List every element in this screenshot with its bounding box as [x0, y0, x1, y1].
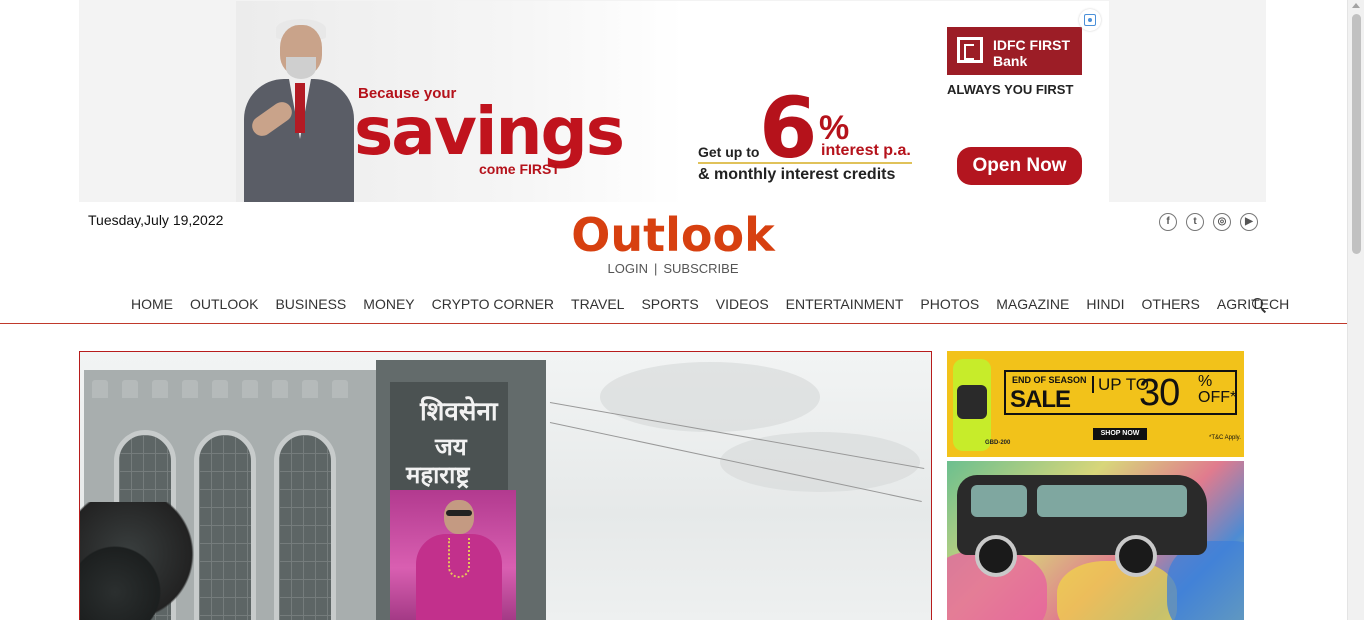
nav-item-crypto-corner[interactable]: CRYPTO CORNER	[432, 296, 554, 312]
terms-note: *T&C Apply.	[1209, 435, 1241, 441]
main-nav: HOME OUTLOOK BUSINESS MONEY CRYPTO CORNE…	[131, 296, 1306, 312]
art-blob	[1057, 561, 1177, 620]
facebook-icon[interactable]: f	[1159, 213, 1177, 231]
ad-offer-suffix: interest p.a.	[821, 142, 911, 159]
art-wheel	[975, 535, 1017, 577]
sign-text-line1: शिवसेना	[420, 397, 498, 427]
nav-item-photos[interactable]: PHOTOS	[920, 296, 979, 312]
hero-story-image[interactable]: शिवसेना जय महाराष्ट्र	[79, 351, 932, 620]
open-now-button[interactable]: Open Now	[957, 147, 1082, 185]
nav-item-money[interactable]: MONEY	[363, 296, 414, 312]
nav-item-magazine[interactable]: MAGAZINE	[996, 296, 1069, 312]
ad-divider	[698, 162, 912, 164]
nav-item-hindi[interactable]: HINDI	[1086, 296, 1124, 312]
sale-discount: 30	[1139, 372, 1180, 414]
ad-choices-icon[interactable]	[1079, 9, 1101, 31]
battlement	[212, 380, 228, 398]
sale-off: % OFF*	[1198, 373, 1237, 406]
page: Because your savings come FIRST Get up t…	[0, 0, 1364, 620]
instagram-icon[interactable]: ◎	[1213, 213, 1231, 231]
page-scrollbar[interactable]	[1347, 0, 1364, 620]
battlement	[182, 380, 198, 398]
auth-links: LOGIN | SUBSCRIBE	[0, 261, 1346, 276]
ad-headline: savings	[354, 93, 625, 170]
sign-text-line3: महाराष्ट्र	[406, 461, 470, 489]
bank-slogan: ALWAYS YOU FIRST	[947, 82, 1074, 97]
nav-item-videos[interactable]: VIDEOS	[716, 296, 769, 312]
bank-logo-icon	[957, 37, 983, 63]
social-links: f t ◎ ▶	[1159, 213, 1258, 231]
bank-name: IDFC FIRST Bank	[993, 37, 1070, 69]
scroll-up-icon[interactable]	[1352, 3, 1360, 8]
watch-model: GBD-200	[985, 440, 1011, 446]
battlement	[92, 380, 108, 398]
nav-item-travel[interactable]: TRAVEL	[571, 296, 624, 312]
youtube-icon[interactable]: ▶	[1240, 213, 1258, 231]
arch-window	[274, 430, 336, 620]
top-ad-container: Because your savings come FIRST Get up t…	[79, 0, 1266, 202]
nav-item-business[interactable]: BUSINESS	[275, 296, 346, 312]
auth-separator: |	[653, 261, 658, 276]
site-logo[interactable]: Outlook	[0, 208, 1346, 262]
nav-divider	[0, 323, 1347, 324]
sale-season: END OF SEASON	[1012, 375, 1087, 385]
side-ad-watch-sale[interactable]: GBD-200 END OF SEASON SALE UP TO 30 % OF…	[947, 351, 1244, 457]
arch-window	[194, 430, 256, 620]
hero-poster	[390, 490, 516, 620]
login-link[interactable]: LOGIN	[608, 261, 648, 276]
sale-label: SALE	[1010, 386, 1071, 413]
ad-offer-detail: & monthly interest credits	[698, 166, 896, 183]
ad-tagline-bottom: come FIRST	[479, 161, 560, 177]
ad-model-image	[244, 19, 354, 202]
battlement	[122, 380, 138, 398]
side-story-artwork[interactable]	[947, 461, 1244, 620]
battlement	[152, 380, 168, 398]
battlement	[272, 380, 288, 398]
art-wheel	[1115, 535, 1157, 577]
nav-item-sports[interactable]: SPORTS	[641, 296, 698, 312]
nav-item-entertainment[interactable]: ENTERTAINMENT	[786, 296, 904, 312]
scroll-thumb[interactable]	[1352, 14, 1361, 254]
search-icon[interactable]	[1252, 298, 1267, 313]
twitter-icon[interactable]: t	[1186, 213, 1204, 231]
battlement	[332, 380, 348, 398]
nav-item-outlook[interactable]: OUTLOOK	[190, 296, 258, 312]
ad-offer-prefix: Get up to	[698, 144, 760, 160]
nav-item-home[interactable]: HOME	[131, 296, 173, 312]
hero-cloud	[600, 362, 820, 432]
shop-now-button[interactable]: SHOP NOW	[1093, 428, 1147, 440]
bank-logo: IDFC FIRST Bank	[947, 27, 1082, 75]
art-window	[1037, 485, 1187, 517]
top-banner-ad[interactable]: Because your savings come FIRST Get up t…	[236, 1, 1109, 202]
battlement	[242, 380, 258, 398]
hero-tree	[80, 542, 170, 620]
nav-item-others[interactable]: OTHERS	[1142, 296, 1200, 312]
battlement	[302, 380, 318, 398]
sale-banner: END OF SEASON SALE UP TO 30 % OFF*	[1004, 370, 1237, 415]
watch-image	[953, 359, 991, 451]
art-window	[971, 485, 1027, 517]
subscribe-link[interactable]: SUBSCRIBE	[663, 261, 738, 276]
